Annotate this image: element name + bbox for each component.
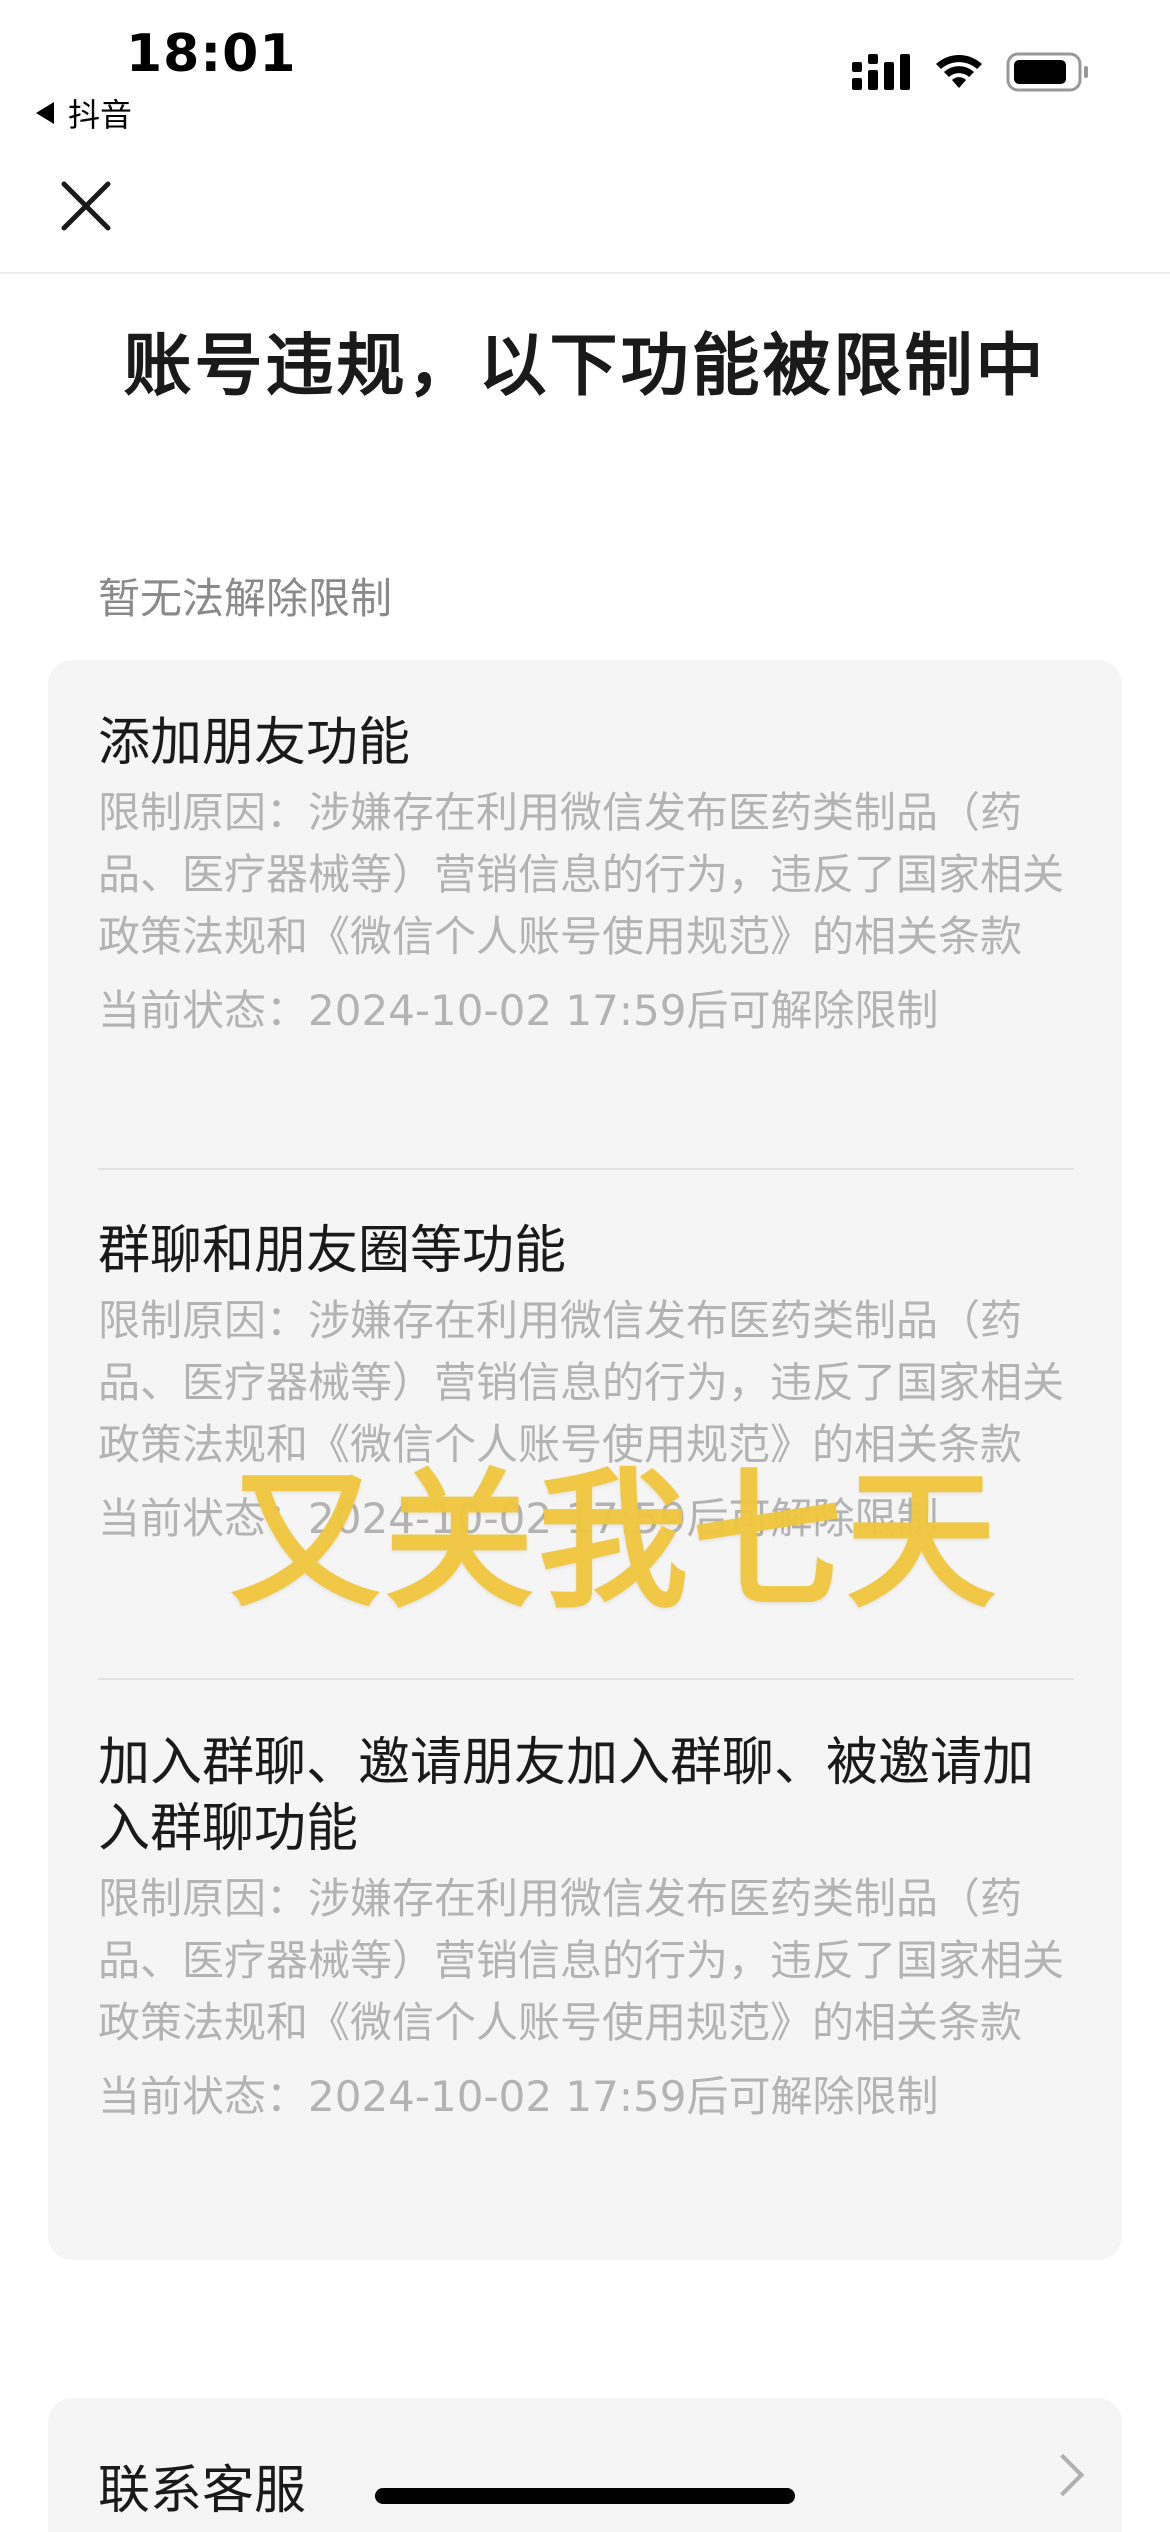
- restriction-title: 群聊和朋友圈等功能: [98, 1221, 567, 1281]
- restriction-status: 当前状态：2024-10-02 17:59后可解除限制: [98, 2072, 939, 2121]
- contact-service-button[interactable]: 联系客服: [48, 2398, 1122, 2532]
- battery-icon: [1006, 52, 1088, 92]
- restriction-status: 当前状态：2024-10-02 17:59后可解除限制: [98, 986, 939, 1035]
- back-triangle-icon: [36, 102, 54, 124]
- status-bar: 18:01 抖音: [0, 0, 1170, 150]
- signal-icon: [852, 54, 910, 90]
- close-button[interactable]: [56, 176, 116, 236]
- home-indicator[interactable]: [375, 2488, 795, 2504]
- divider: [98, 1168, 1074, 1170]
- status-icons: [852, 52, 1090, 92]
- divider: [98, 1678, 1074, 1680]
- restriction-reason: 限制原因：涉嫌存在利用微信发布医药类制品（药品、医疗器械等）营销信息的行为，违反…: [98, 1874, 1065, 2047]
- wifi-icon: [936, 55, 982, 88]
- page: 18:01 抖音 账号违规，以下功能被限制中 暂无法解除限制 添加朋友功能 限制…: [0, 0, 1170, 2532]
- page-title: 账号违规，以下功能被限制中: [123, 327, 1047, 406]
- contact-service-label: 联系客服: [98, 2461, 307, 2521]
- restriction-item: 加入群聊、邀请朋友加入群聊、被邀请加入群聊功能 限制原因：涉嫌存在利用微信发布医…: [98, 1730, 1074, 2128]
- restriction-title: 添加朋友功能: [98, 713, 411, 773]
- overlay-caption: 又关我七天: [230, 1453, 1001, 1629]
- restriction-item: 添加朋友功能 限制原因：涉嫌存在利用微信发布医药类制品（药品、医疗器械等）营销信…: [98, 710, 1074, 1042]
- status-time: 18:01: [126, 24, 297, 84]
- restriction-reason: 限制原因：涉嫌存在利用微信发布医药类制品（药品、医疗器械等）营销信息的行为，违反…: [98, 788, 1065, 961]
- section-label: 暂无法解除限制: [98, 574, 393, 623]
- close-icon: [61, 181, 111, 231]
- back-app-label: 抖音: [68, 96, 133, 134]
- restriction-title: 加入群聊、邀请朋友加入群聊、被邀请加入群聊功能: [98, 1733, 1035, 1859]
- back-to-app-button[interactable]: 抖音: [36, 90, 132, 136]
- chevron-right-icon: [1041, 2453, 1085, 2497]
- nav-bar: [0, 150, 1170, 274]
